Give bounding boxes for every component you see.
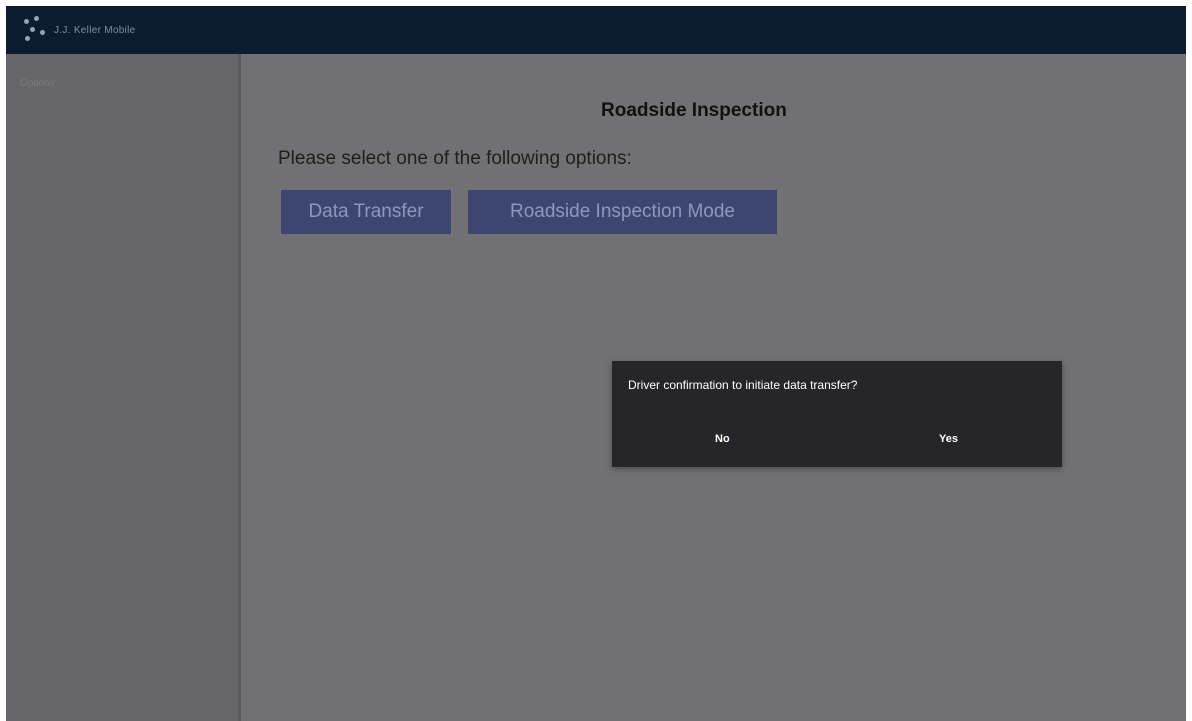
sidebar: Options (6, 54, 241, 721)
options-prompt: Please select one of the following optio… (278, 148, 632, 169)
dialog-message: Driver confirmation to initiate data tra… (628, 378, 858, 392)
roadside-inspection-mode-button[interactable]: Roadside Inspection Mode (468, 190, 777, 234)
logo-icon (22, 16, 50, 44)
app-screen: J.J. Keller Mobile Options Roadside Insp… (6, 6, 1186, 721)
sidebar-item-options[interactable]: Options (20, 78, 54, 89)
top-bar: J.J. Keller Mobile (6, 6, 1186, 54)
confirmation-dialog: Driver confirmation to initiate data tra… (612, 361, 1062, 467)
dialog-no-button[interactable]: No (715, 433, 730, 445)
dialog-yes-button[interactable]: Yes (939, 433, 958, 445)
main-content: Roadside Inspection Please select one of… (241, 54, 1186, 721)
page-title: Roadside Inspection (601, 100, 787, 121)
data-transfer-button[interactable]: Data Transfer (281, 190, 451, 234)
app-name: J.J. Keller Mobile (54, 24, 136, 36)
